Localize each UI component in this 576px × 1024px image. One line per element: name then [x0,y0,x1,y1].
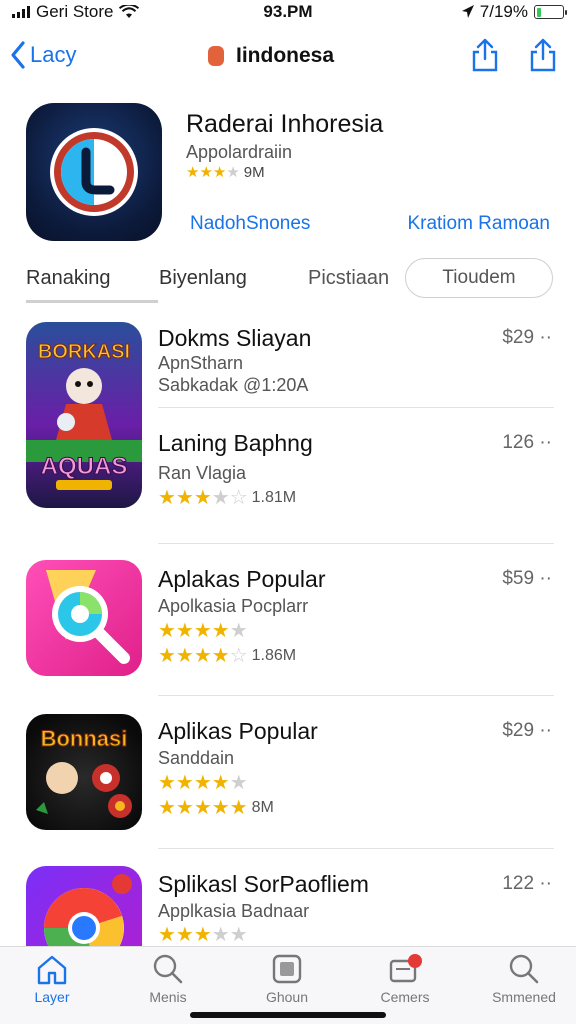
tab-bar-item-layer[interactable]: Layer [2,953,102,1005]
rating-count: 1.86M [251,646,297,664]
list-item[interactable]: Laning Baphng Ran Vlagia ★★★★☆ 1.81M 126… [0,427,576,517]
tab-bar-label: Smmened [492,989,556,1005]
updates-icon [389,954,422,983]
tab-bar-item-smmened[interactable]: Smmened [474,953,574,1005]
navigation-bar: Lacy Iindonesa [0,30,576,86]
tab-bar-label: Ghoun [265,989,309,1005]
share-icon [472,38,498,72]
tab-bar-label: Layer [34,989,70,1005]
apps-icon [272,954,302,984]
chevron-left-icon [11,41,25,69]
divider [158,695,554,696]
list-item[interactable]: Aplakas Popular Apolkasia Pocplarr ★★★★★… [0,563,576,675]
tab-bar-label: Menis [149,989,187,1005]
share-button-secondary[interactable] [528,38,558,72]
item-price[interactable]: $29 ·· [502,720,552,742]
item-rating-stars: ★★★★★ [158,618,248,643]
item-title: Laning Baphng [158,430,313,456]
battery-icon [534,5,567,19]
item-rating: ★★★★★ [158,922,248,947]
search-icon [509,954,539,984]
rating-stars: ★★★★☆ [158,487,248,509]
rating-stars: ★★★★☆ [158,645,248,667]
tab-position[interactable]: Picstiaan [308,267,389,290]
app-rating: ★★★★ 9M [186,163,265,182]
rating-count: 1.81M [251,488,297,506]
rating-stars: ★★★★★ [158,620,248,642]
tab-bar-item-cemers[interactable]: Cemers [355,953,455,1005]
search-icon [153,954,183,984]
item-developer: Sanddain [158,748,235,768]
list-item[interactable]: Dokms Sliayan ApnStharn Sabkadak @1:20A … [0,322,576,408]
tab-browsing[interactable]: Biyenlang [159,267,247,290]
item-rating: ★★★★★ 8M [158,795,274,820]
rating-stars: ★★★★★ [158,924,248,946]
app-dot-icon [208,46,224,66]
signal-icon [12,6,30,18]
item-title: Aplakas Popular [158,566,326,592]
developer-link[interactable]: NadohSnones [190,213,310,235]
tab-bar-item-ghoun[interactable]: Ghoun [237,953,337,1005]
list-item[interactable]: Splikasl SorPaofliem Applkasia Badnaar ★… [0,868,576,946]
battery-percent: 7/19% [479,2,528,21]
item-developer: Ran Vlagia [158,463,247,483]
tab-bar-item-menis[interactable]: Menis [118,953,218,1005]
item-title: Splikasl SorPaofliem [158,871,369,897]
radar-logo-icon [50,128,138,216]
status-bar: Geri Store 93.PM 7/19% [0,0,576,24]
nav-title-text: Iindonesa [236,44,335,67]
divider [158,848,554,849]
tab-bar-label: Cemers [380,989,430,1005]
divider [158,407,554,408]
wifi-icon [119,5,140,18]
item-developer: Apolkasia Pocplarr [158,596,309,616]
rating-count: 8M [251,798,274,816]
related-link[interactable]: Kratiom Ramoan [407,213,550,235]
home-icon [37,955,67,985]
item-title: Aplikas Popular [158,718,318,744]
clock: 93.PM [263,2,313,21]
app-subtitle: Appolardraiin [186,142,293,162]
item-developer: ApnStharn [158,353,244,373]
nav-title: Iindonesa [208,44,334,68]
list-item[interactable]: Aplikas Popular Sanddain ★★★★★ ★★★★★ 8M … [0,715,576,827]
rating-count: 9M [243,163,265,181]
location-icon [461,5,474,18]
carrier-label: Geri Store [36,2,114,21]
home-indicator[interactable] [190,1012,386,1018]
item-price[interactable]: $59 ·· [502,568,552,590]
item-rating: ★★★★☆ 1.86M [158,643,296,668]
app-icon [26,103,162,241]
item-price[interactable]: 122 ·· [502,873,552,895]
app-title: Raderai Inhoresia [186,110,384,138]
rating-stars: ★★★★★ [158,772,248,794]
item-rating-stars: ★★★★★ [158,770,248,795]
item-price[interactable]: 126 ·· [502,432,552,454]
item-title: Dokms Sliayan [158,325,312,351]
back-button[interactable]: Lacy [10,40,76,70]
item-rating: ★★★★☆ 1.81M [158,485,296,510]
share-button[interactable] [470,38,500,72]
segment-tabs: Ranaking Biyenlang Picstiaan Tioudem [0,258,576,304]
tab-modern[interactable]: Tioudem [405,258,553,298]
item-price[interactable]: $29 ·· [502,327,552,349]
tab-underline [26,300,158,303]
rating-stars: ★★★★ [186,164,240,181]
back-label: Lacy [30,42,77,67]
share-icon [530,38,556,72]
item-developer: Applkasia Badnaar [158,901,310,921]
tab-ranking[interactable]: Ranaking [26,267,111,290]
item-meta: Sabkadak @1:20A [158,375,309,395]
rating-stars: ★★★★★ [158,797,248,819]
divider [158,543,554,544]
